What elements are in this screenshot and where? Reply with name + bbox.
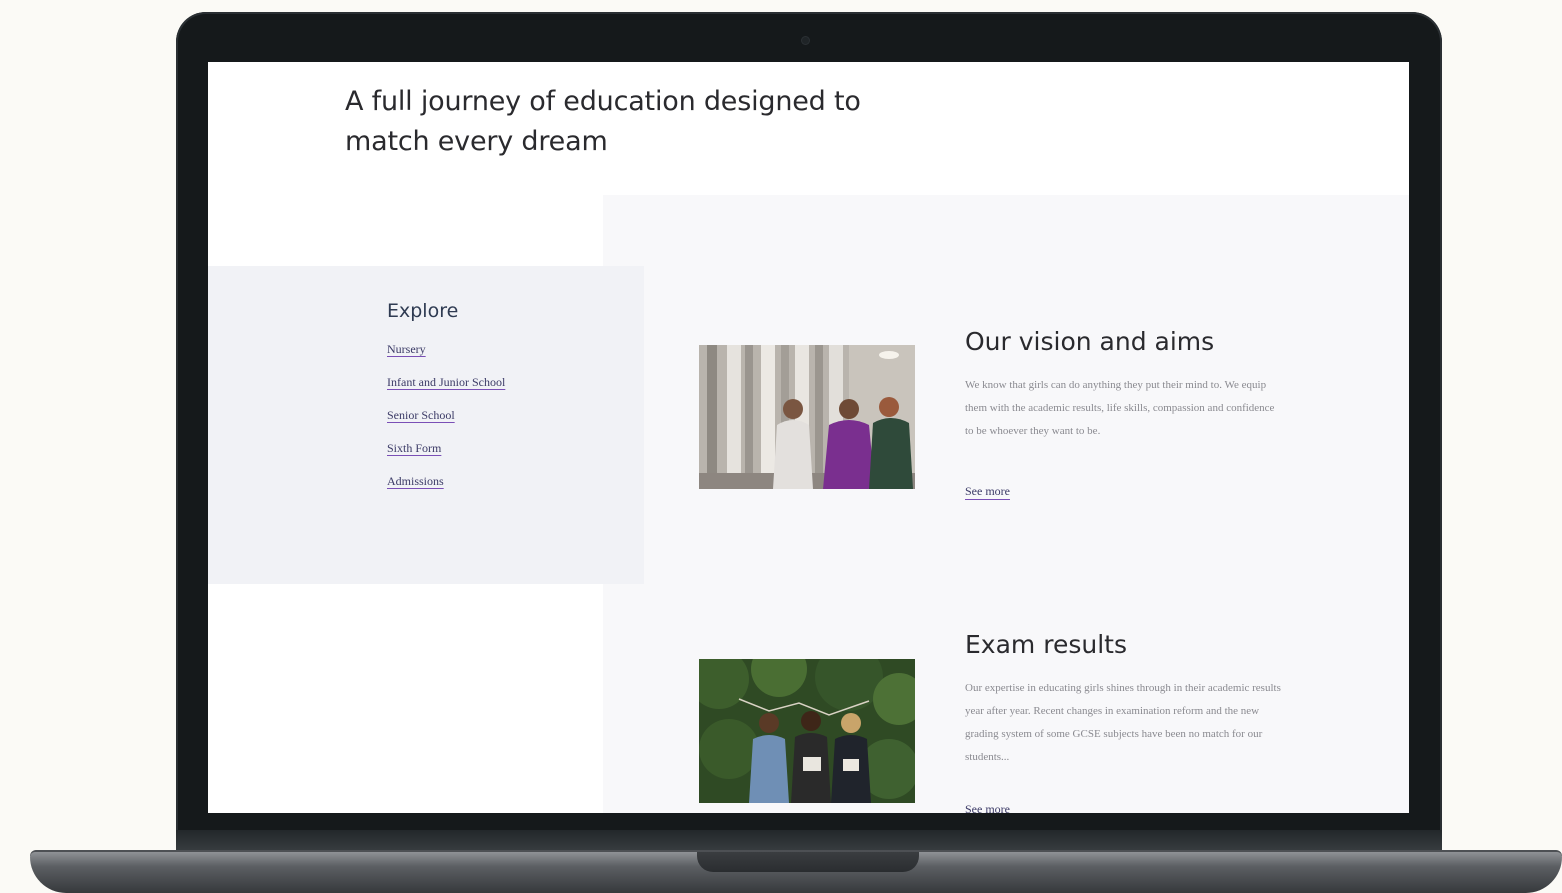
students-results-image (699, 659, 915, 803)
explore-link-infant-junior[interactable]: Infant and Junior School (387, 375, 505, 389)
vision-text: We know that girls can do anything they … (965, 379, 1275, 437)
laptop-mockup: A full journey of education designed to … (0, 0, 1562, 893)
list-item: Sixth Form (387, 439, 505, 472)
exam-photo[interactable] (699, 659, 915, 803)
list-item: Nursery (387, 340, 505, 373)
laptop-opening-notch (697, 852, 919, 872)
browser-viewport[interactable]: A full journey of education designed to … (208, 62, 1409, 813)
exam-text: Our expertise in educating girls shines … (965, 682, 1281, 763)
camera-icon (802, 37, 809, 44)
list-item: Infant and Junior School (387, 373, 505, 406)
explore-links: Nursery Infant and Junior School Senior … (387, 340, 505, 505)
exam-title: Exam results (965, 630, 1127, 659)
students-corridor-image (699, 345, 915, 489)
explore-link-nursery[interactable]: Nursery (387, 342, 426, 356)
explore-link-sixth-form[interactable]: Sixth Form (387, 441, 441, 455)
list-item: Admissions (387, 472, 505, 505)
page-heading: A full journey of education designed to … (345, 86, 861, 157)
explore-link-senior-school[interactable]: Senior School (387, 408, 455, 422)
exam-see-more-link[interactable]: See more (965, 802, 1010, 813)
explore-link-admissions[interactable]: Admissions (387, 474, 444, 488)
explore-title: Explore (387, 300, 459, 322)
vision-see-more-link[interactable]: See more (965, 484, 1010, 499)
vision-photo[interactable] (699, 345, 915, 489)
list-item: Senior School (387, 406, 505, 439)
vision-title: Our vision and aims (965, 327, 1215, 356)
